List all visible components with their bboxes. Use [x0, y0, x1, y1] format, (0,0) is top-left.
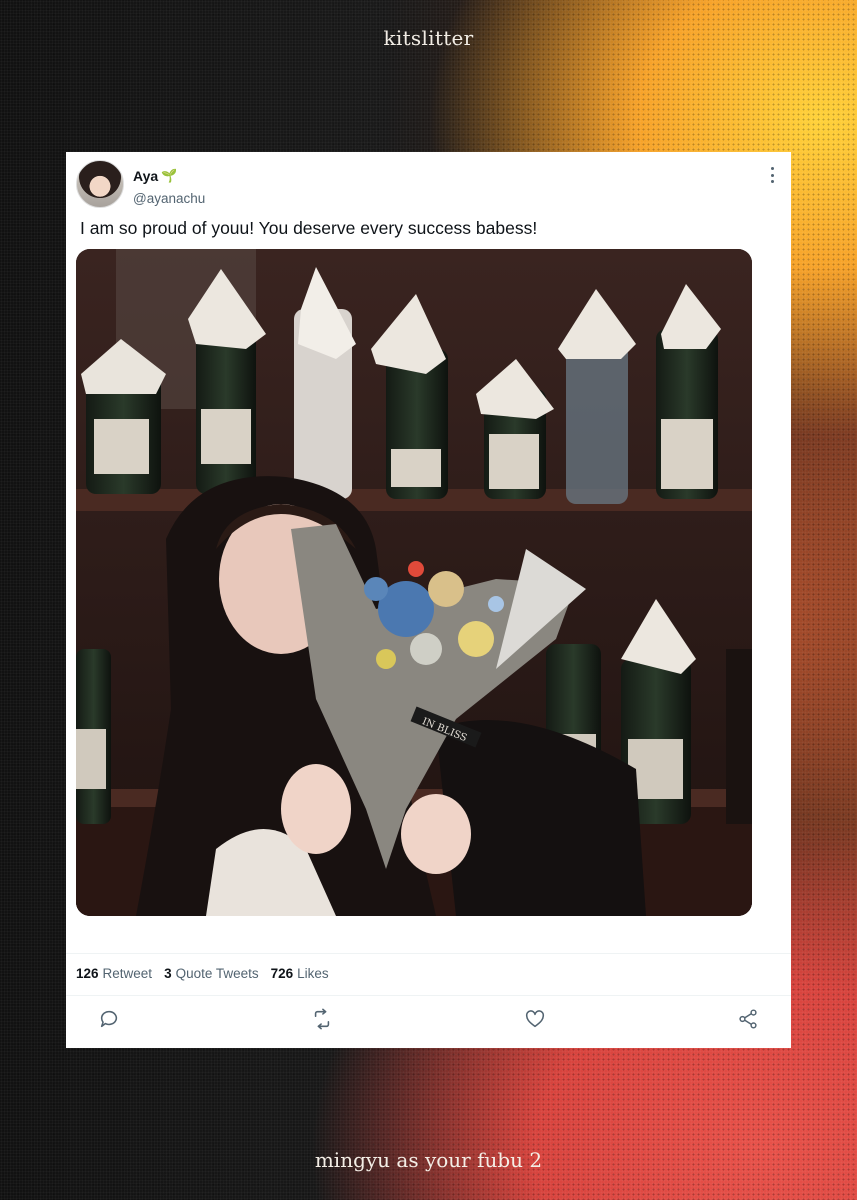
tweet-stats: 126 Retweet 3 Quote Tweets 726 Likes: [76, 966, 329, 981]
avatar[interactable]: [76, 160, 124, 208]
more-icon[interactable]: [767, 167, 777, 183]
photo-illustration: IN BLISS: [76, 249, 752, 916]
share-icon[interactable]: [737, 1008, 759, 1030]
reply-icon[interactable]: [98, 1008, 120, 1030]
likes-stat[interactable]: 726 Likes: [271, 966, 329, 981]
retweet-stat[interactable]: 126 Retweet: [76, 966, 152, 981]
divider-bottom: [66, 995, 791, 996]
bottom-caption: mingyu as your fubu 2: [314, 1148, 543, 1172]
name-emoji-icon: 🌱: [161, 168, 178, 183]
retweet-icon[interactable]: [311, 1008, 333, 1030]
tweet-actions: [66, 1004, 791, 1040]
display-name[interactable]: Aya: [133, 168, 158, 184]
divider-top: [66, 953, 791, 954]
user-handle[interactable]: @ayanachu: [133, 191, 205, 206]
like-icon[interactable]: [524, 1008, 546, 1030]
top-caption: kitslitter: [383, 26, 474, 50]
tweet-photo[interactable]: IN BLISS: [76, 249, 752, 916]
quote-stat[interactable]: 3 Quote Tweets: [164, 966, 259, 981]
tweet-text: I am so proud of youu! You deserve every…: [80, 218, 538, 238]
tweet-card: Aya 🌱 @ayanachu I am so proud of youu! Y…: [66, 152, 791, 1048]
